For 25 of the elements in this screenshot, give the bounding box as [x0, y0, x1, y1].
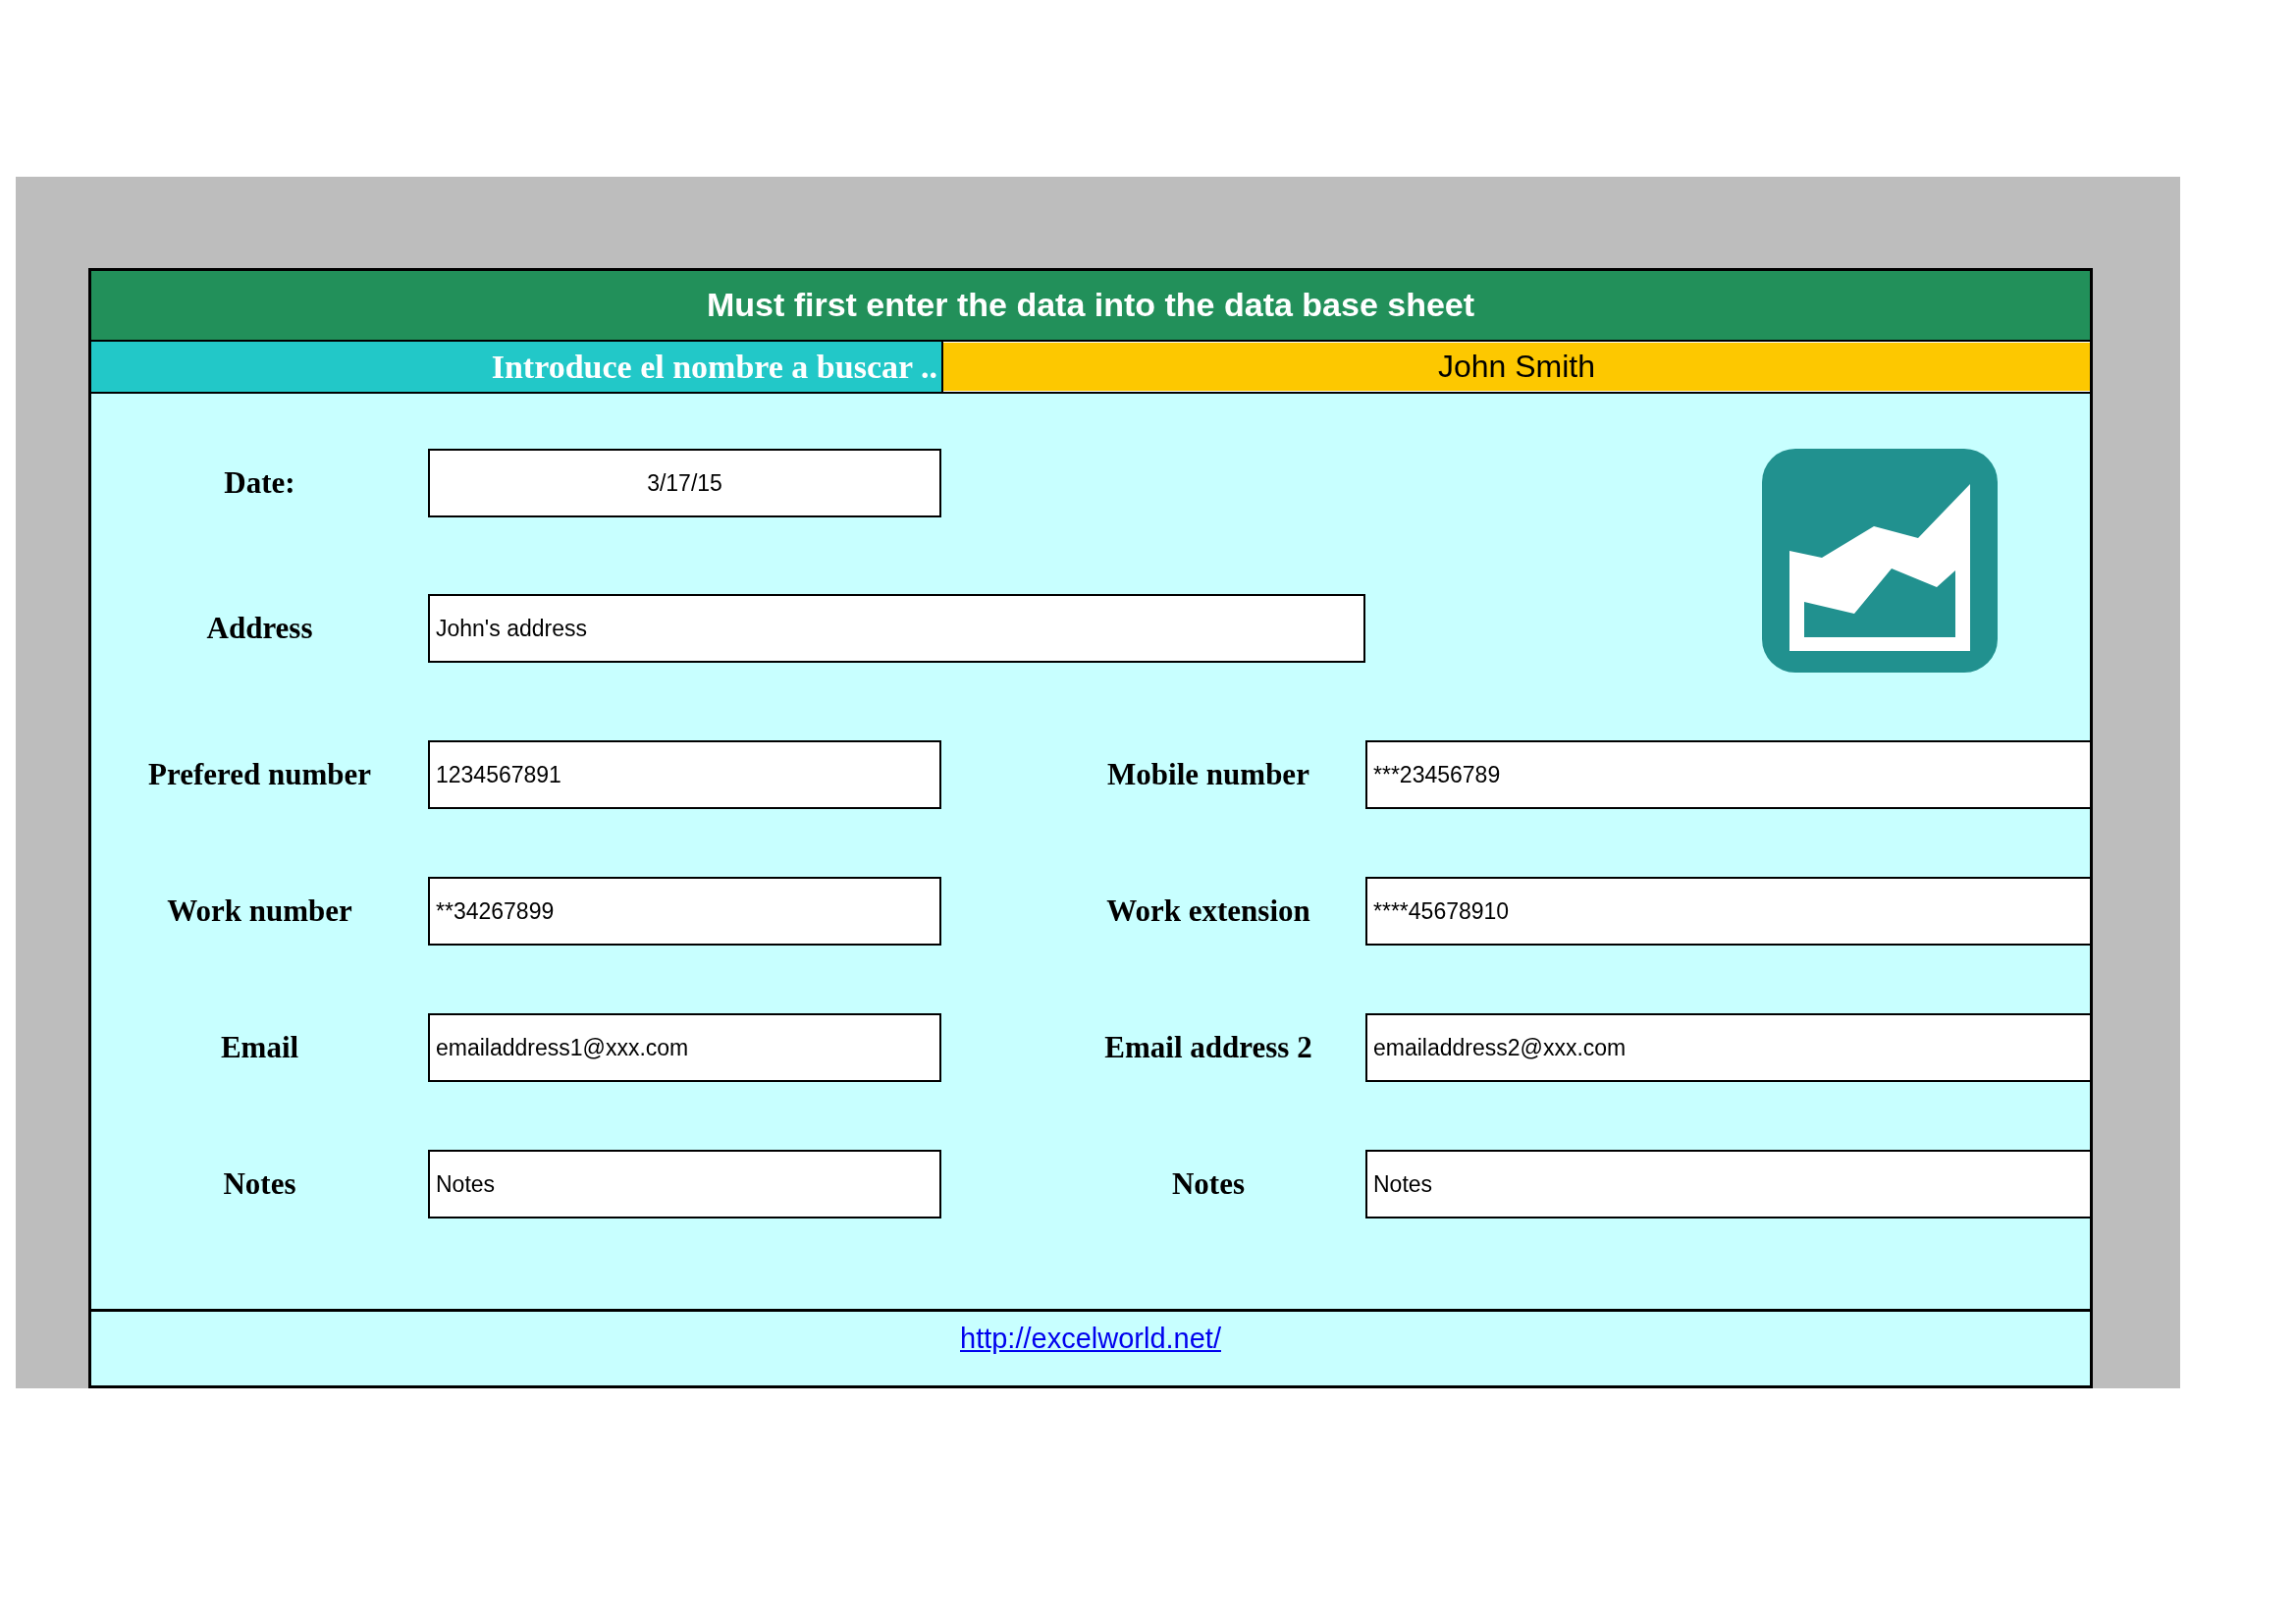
field-label: Email address 2 [1104, 1028, 1312, 1066]
input-field[interactable]: Notes [1365, 1149, 2090, 1218]
field-label: Work number [167, 892, 352, 930]
input-field[interactable]: ****45678910 [1365, 876, 2090, 946]
website-link[interactable]: http://excelworld.net/ [960, 1317, 1221, 1361]
field-label: Date: [224, 463, 295, 502]
input-field[interactable]: ***23456789 [1365, 739, 2090, 809]
input-field[interactable]: Notes [428, 1149, 941, 1218]
input-field[interactable]: 1234567891 [428, 739, 941, 809]
field-label: Notes [223, 1164, 296, 1203]
field-label: Email [220, 1028, 299, 1066]
field-label: Mobile number [1107, 755, 1309, 793]
input-field[interactable]: John's address [428, 594, 1365, 664]
input-field[interactable]: emailaddress1@xxx.com [428, 1012, 941, 1082]
name-input[interactable]: John Smith [943, 341, 2090, 392]
header-title: Must first enter the data into the data base sheet [706, 285, 1475, 326]
input-field[interactable]: **34267899 [428, 876, 941, 946]
area-chart-icon [1762, 448, 1998, 673]
input-field[interactable]: 3/17/15 [428, 448, 941, 517]
field-label: Work extension [1106, 892, 1310, 930]
search-label: Introduce el nombre a buscar .. [491, 347, 937, 387]
input-field[interactable]: emailaddress2@xxx.com [1365, 1012, 2090, 1082]
field-label: Prefered number [148, 755, 371, 793]
field-label: Notes [1171, 1164, 1245, 1203]
field-label: Address [206, 610, 313, 648]
